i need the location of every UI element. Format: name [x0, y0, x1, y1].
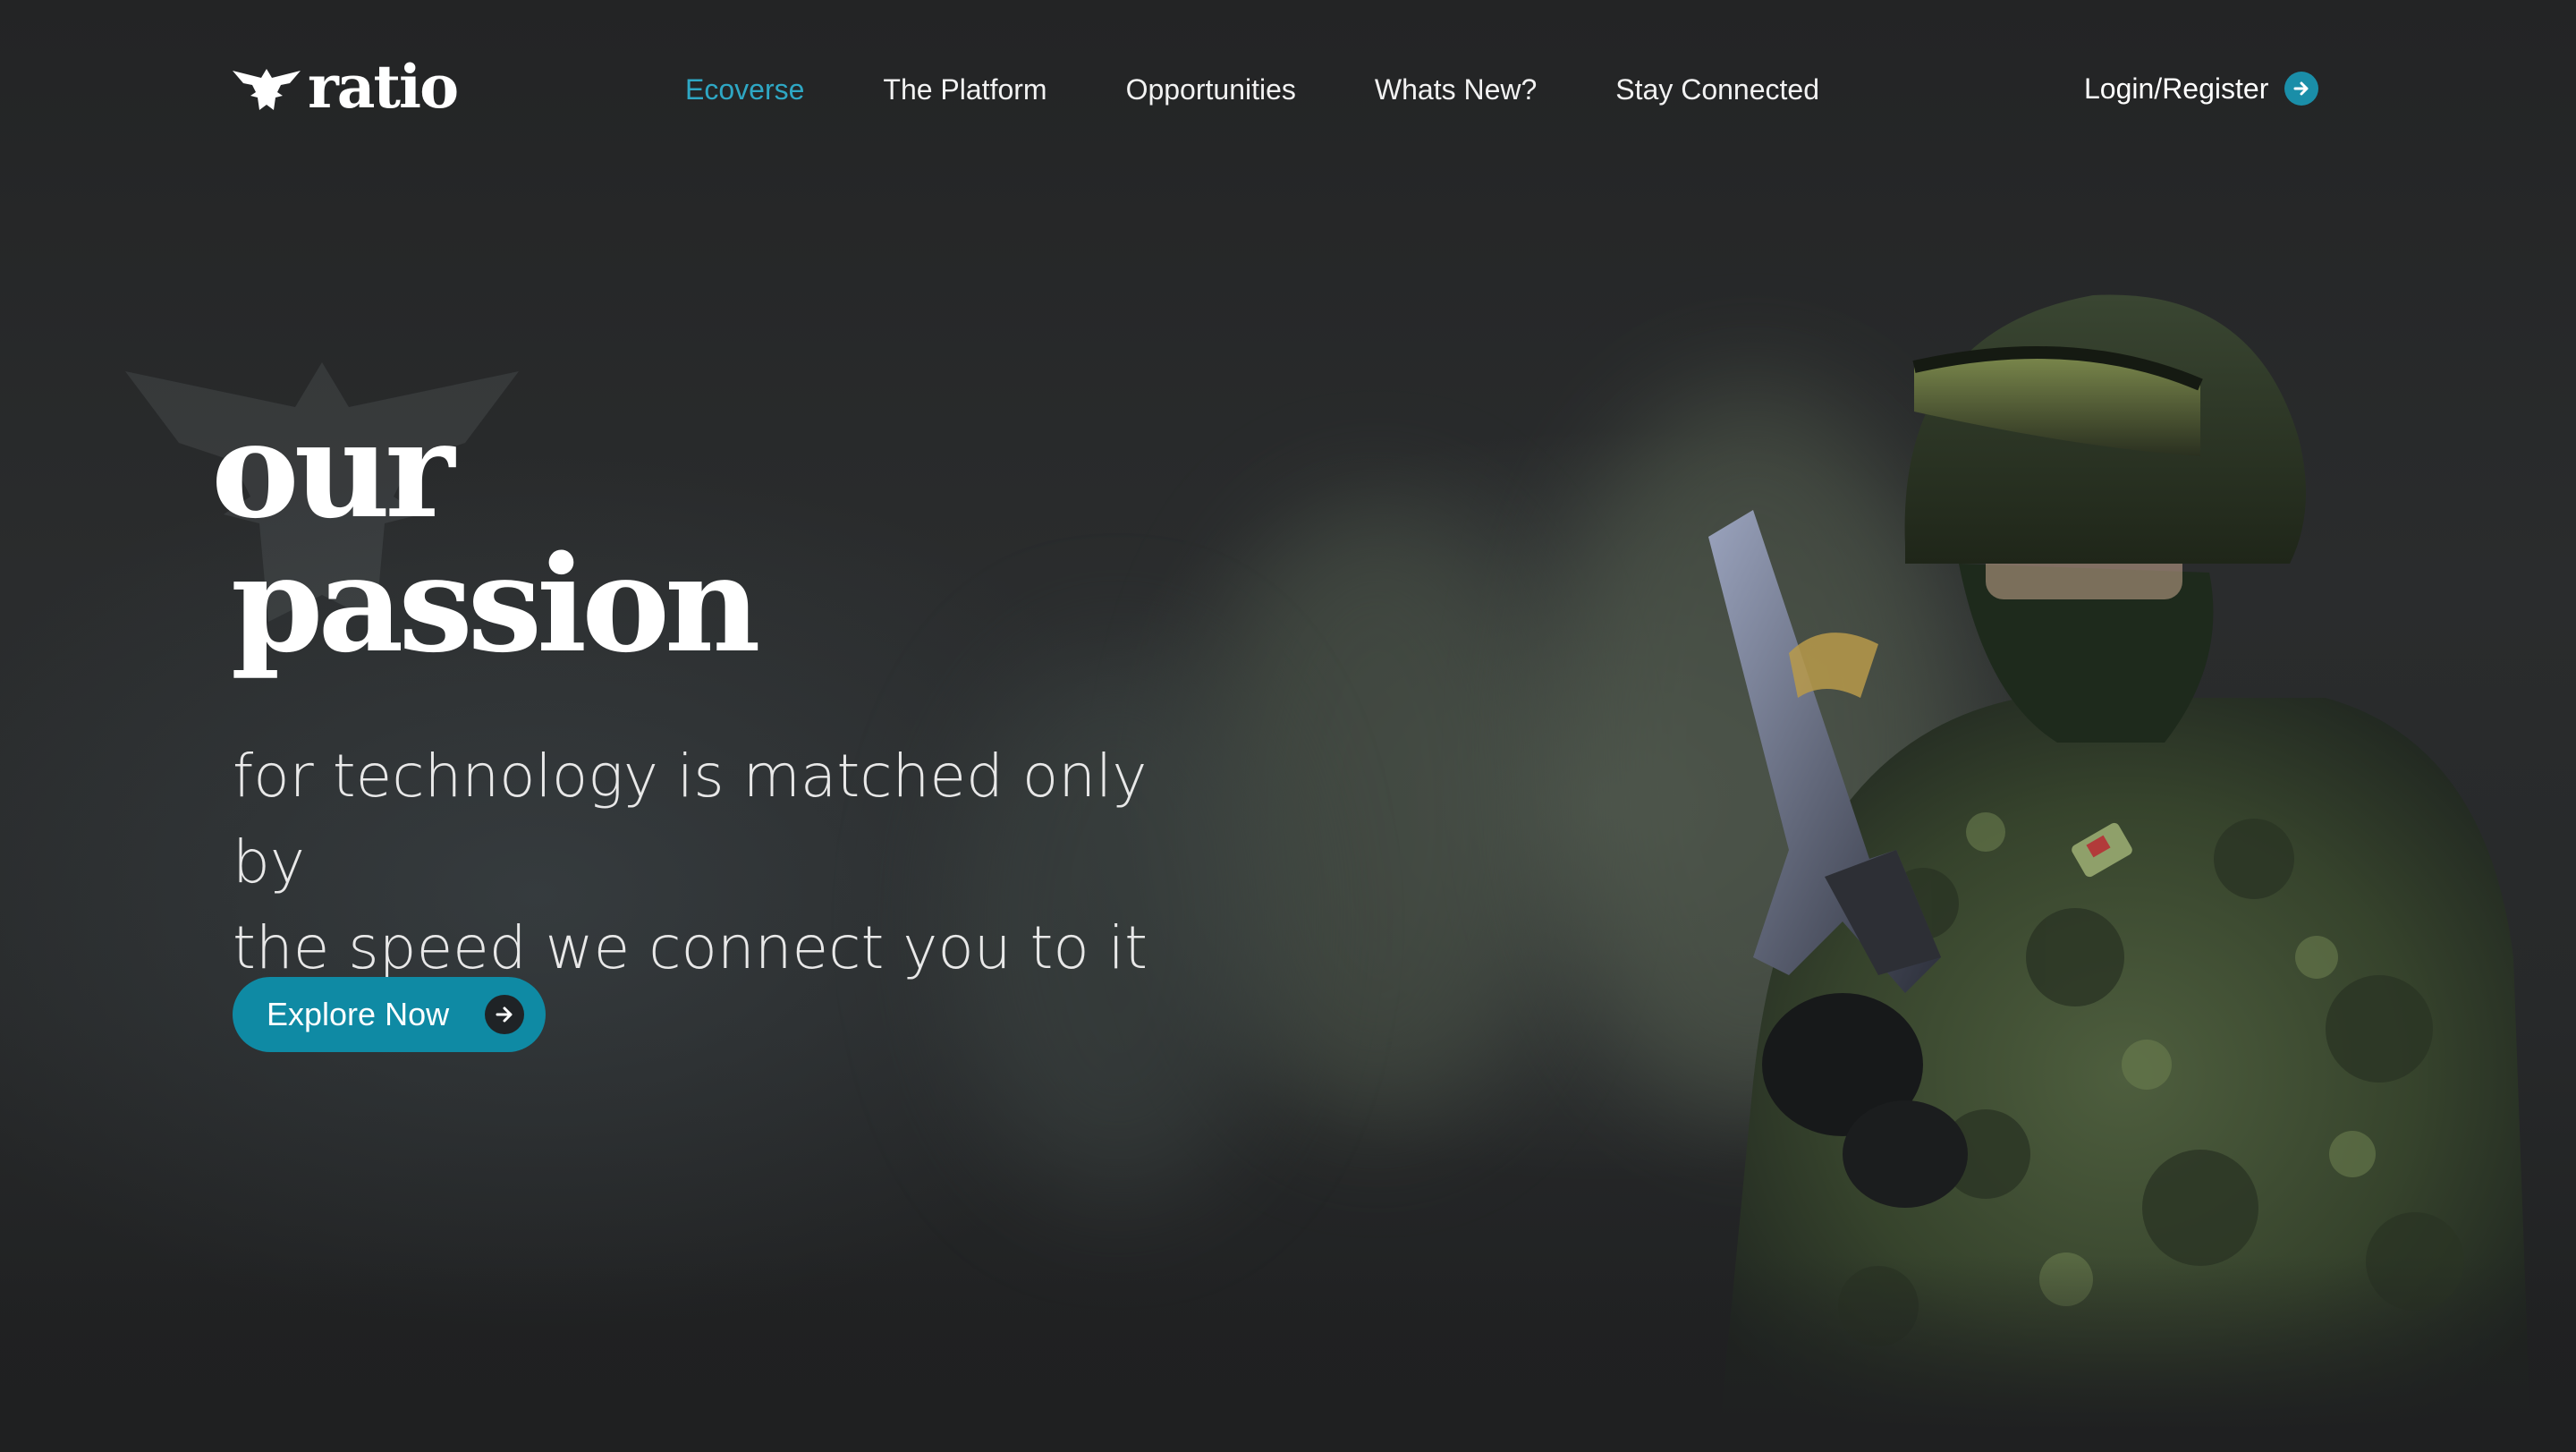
arrow-right-circle-icon	[2284, 72, 2319, 106]
nav-item-opportunities[interactable]: Opportunities	[1126, 73, 1296, 106]
hero-subheadline-line-2: the speed we connect you to it	[233, 913, 1148, 982]
login-register-link[interactable]: Login/Register	[2084, 72, 2319, 106]
bottom-fade	[0, 1255, 2576, 1452]
hero-subheadline-line-1: for technology is matched only by	[233, 742, 1148, 896]
landing-page: ratio Ecoverse The Platform Opportunitie…	[0, 0, 2576, 1452]
arrow-right-circle-icon	[485, 995, 524, 1034]
hero-subheadline: for technology is matched only by the sp…	[233, 734, 1216, 991]
nav-item-the-platform[interactable]: The Platform	[883, 73, 1046, 106]
eagle-logo-icon	[233, 69, 301, 110]
nav-item-ecoverse[interactable]: Ecoverse	[685, 73, 804, 106]
brand-logo[interactable]: ratio	[231, 52, 459, 122]
login-register-label: Login/Register	[2084, 72, 2269, 105]
nav-item-stay-connected[interactable]: Stay Connected	[1615, 73, 1819, 106]
hero-headline: our passion	[211, 392, 761, 682]
hero-headline-line-2: passion	[231, 526, 761, 682]
top-navigation: ratio Ecoverse The Platform Opportunitie…	[0, 54, 2576, 134]
explore-now-button[interactable]: Explore Now	[233, 977, 546, 1052]
nav-item-whats-new[interactable]: Whats New?	[1375, 73, 1537, 106]
explore-now-label: Explore Now	[267, 996, 450, 1032]
brand-name: ratio	[308, 52, 459, 122]
main-nav: Ecoverse The Platform Opportunities What…	[685, 73, 1898, 106]
hero-headline-line-1: our	[211, 392, 454, 548]
